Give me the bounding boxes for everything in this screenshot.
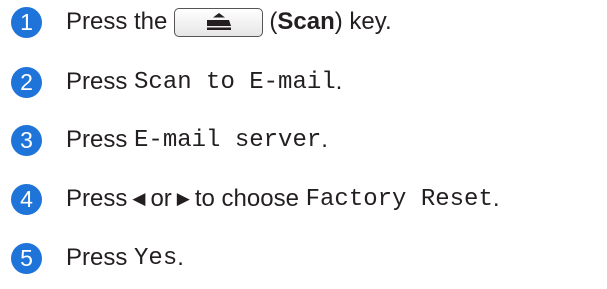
step-number-badge: 1: [11, 6, 42, 38]
press-text: Press: [66, 244, 128, 271]
key-suffix: ) key.: [334, 8, 392, 35]
key-name: Scan: [277, 8, 335, 35]
right-triangle-icon: ▶: [176, 189, 190, 208]
scan-key-icon: [206, 13, 231, 30]
press-text: Press: [66, 185, 128, 212]
step-instruction: Press E-mail server .: [66, 126, 328, 154]
step-number-badge: 4: [11, 183, 42, 215]
scan-key-button: [174, 7, 264, 37]
step-instruction: Press Yes .: [66, 244, 184, 272]
step-number-badge: 5: [11, 242, 42, 274]
option-name: Factory Reset: [305, 185, 493, 213]
option-name: E-mail server: [134, 126, 322, 154]
step-4: 4 Press ◀ or ▶ to choose Factory Reset .: [0, 179, 500, 219]
period: .: [177, 244, 184, 271]
period: .: [335, 68, 343, 95]
step-3: 3 Press E-mail server .: [0, 120, 328, 160]
step-instruction: Press ◀ or ▶ to choose Factory Reset .: [66, 185, 500, 213]
press-text: Press: [66, 68, 128, 95]
option-name: Scan to E-mail: [134, 68, 336, 96]
step-1: 1 Press the ( Scan ) key.: [0, 2, 392, 42]
period: .: [492, 185, 500, 212]
step-5: 5 Press Yes .: [0, 238, 184, 278]
press-text: Press: [66, 126, 128, 153]
step-instruction: Press Scan to E-mail .: [66, 68, 342, 96]
step-number-badge: 2: [11, 66, 42, 98]
period: .: [321, 126, 328, 153]
step-2: 2 Press Scan to E-mail .: [0, 62, 342, 102]
press-text: Press the: [66, 8, 168, 35]
step-number-badge: 3: [11, 124, 42, 156]
option-name: Yes: [134, 244, 178, 272]
step-instruction: Press the ( Scan ) key.: [66, 7, 392, 37]
open-paren: (: [269, 8, 278, 35]
or-text: or: [150, 185, 172, 212]
left-triangle-icon: ◀: [132, 189, 146, 208]
to-choose-text: to choose: [194, 185, 299, 212]
